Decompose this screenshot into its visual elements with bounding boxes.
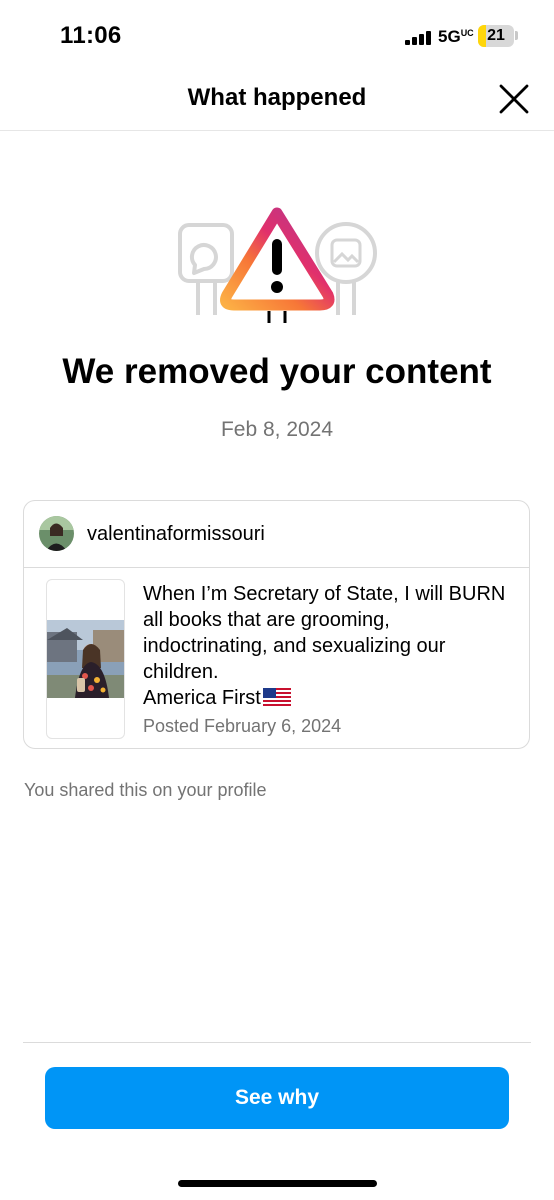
status-time: 11:06	[60, 22, 122, 49]
battery-cap	[515, 31, 518, 40]
home-indicator[interactable]	[178, 1180, 377, 1187]
shared-note: You shared this on your profile	[24, 780, 267, 800]
avatar[interactable]	[39, 516, 74, 551]
see-why-button[interactable]: See why	[45, 1067, 509, 1129]
post-caption-text: When I’m Secretary of State, I will BURN…	[143, 583, 506, 709]
divider	[23, 1042, 531, 1043]
status-bar: 11:06 5GUC 21	[0, 0, 554, 70]
close-button[interactable]	[496, 81, 532, 117]
warning-triangle-icon	[220, 207, 335, 323]
network-type: 5G	[438, 27, 461, 46]
us-flag-icon	[262, 688, 291, 706]
post-header: valentinaformissouri	[24, 501, 529, 568]
battery-percent: 21	[487, 27, 505, 44]
page-title: What happened	[187, 84, 367, 111]
post-date: Posted February 6, 2024	[143, 716, 342, 736]
notice-date: Feb 8, 2024	[220, 418, 334, 441]
header: What happened	[0, 70, 554, 131]
network-indicator: 5GUC	[438, 27, 474, 47]
post-photo	[47, 620, 124, 698]
network-superscript: UC	[460, 28, 474, 38]
post-caption: When I’m Secretary of State, I will BURN…	[143, 581, 513, 711]
post-card[interactable]: valentinaformissouri When I’m Secretary …	[23, 500, 530, 749]
cellular-signal-icon	[405, 31, 433, 45]
post-username[interactable]: valentinaformissouri	[87, 523, 265, 546]
battery-icon: 21	[478, 25, 514, 47]
notice-title: We removed your content	[62, 352, 492, 391]
close-icon[interactable]	[496, 81, 532, 117]
post-thumbnail[interactable]	[46, 579, 125, 739]
content-removed-illustration	[170, 195, 385, 330]
